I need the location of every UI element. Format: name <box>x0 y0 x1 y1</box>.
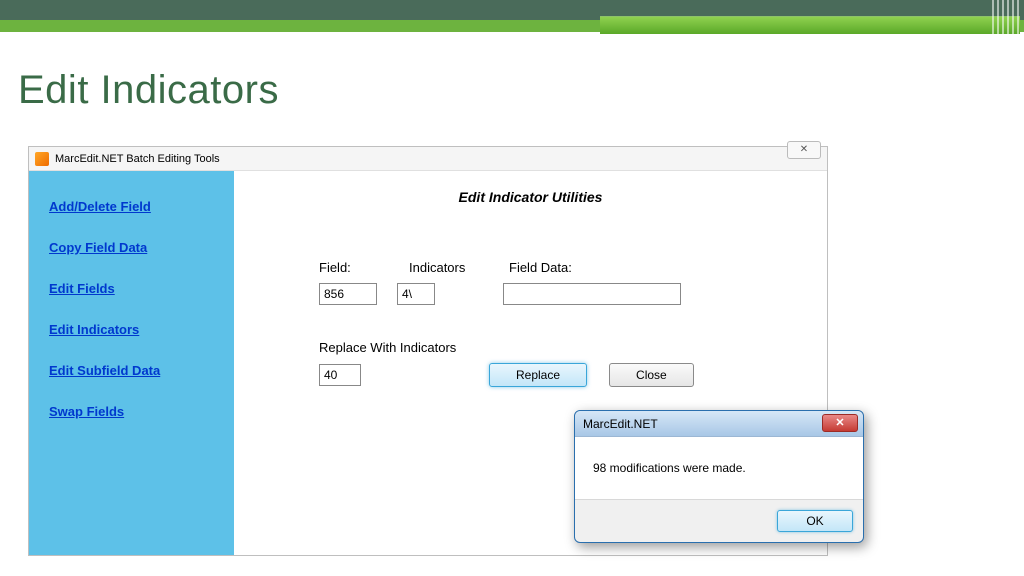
app-icon <box>35 152 49 166</box>
input-indicators[interactable] <box>397 283 435 305</box>
slide-header-stripe <box>0 0 1024 28</box>
message-box-body: 98 modifications were made. <box>575 437 863 500</box>
label-field-data: Field Data: <box>509 260 689 275</box>
titlebar: MarcEdit.NET Batch Editing Tools ✕ <box>29 147 827 171</box>
replace-button[interactable]: Replace <box>489 363 587 387</box>
message-box-footer: OK <box>575 500 863 542</box>
sidebar-item-copy-field-data[interactable]: Copy Field Data <box>49 240 214 255</box>
panel-title: Edit Indicator Utilities <box>264 189 797 205</box>
message-box: MarcEdit.NET ✕ 98 modifications were mad… <box>574 410 864 543</box>
message-box-titlebar: MarcEdit.NET ✕ <box>575 411 863 437</box>
sidebar-item-edit-subfield-data[interactable]: Edit Subfield Data <box>49 363 214 378</box>
sidebar-item-edit-fields[interactable]: Edit Fields <box>49 281 214 296</box>
window-title: MarcEdit.NET Batch Editing Tools <box>55 153 220 165</box>
sidebar: Add/Delete Field Copy Field Data Edit Fi… <box>29 171 234 555</box>
message-box-close-button[interactable]: ✕ <box>822 414 858 432</box>
sidebar-item-add-delete-field[interactable]: Add/Delete Field <box>49 199 214 214</box>
label-replace-with: Replace With Indicators <box>319 340 797 355</box>
decorative-stripes <box>992 0 1022 55</box>
message-box-title: MarcEdit.NET <box>583 417 658 431</box>
label-indicators: Indicators <box>409 260 489 275</box>
input-field[interactable] <box>319 283 377 305</box>
message-box-text: 98 modifications were made. <box>593 461 746 475</box>
slide-title: Edit Indicators <box>18 68 279 113</box>
input-replace-with[interactable] <box>319 364 361 386</box>
input-field-data[interactable] <box>503 283 681 305</box>
sidebar-item-swap-fields[interactable]: Swap Fields <box>49 404 214 419</box>
close-button[interactable]: Close <box>609 363 694 387</box>
label-field: Field: <box>319 260 389 275</box>
window-close-button[interactable]: ✕ <box>787 141 821 159</box>
ok-button[interactable]: OK <box>777 510 853 532</box>
sidebar-item-edit-indicators[interactable]: Edit Indicators <box>49 322 214 337</box>
green-accent-bar-bright <box>600 16 1020 34</box>
